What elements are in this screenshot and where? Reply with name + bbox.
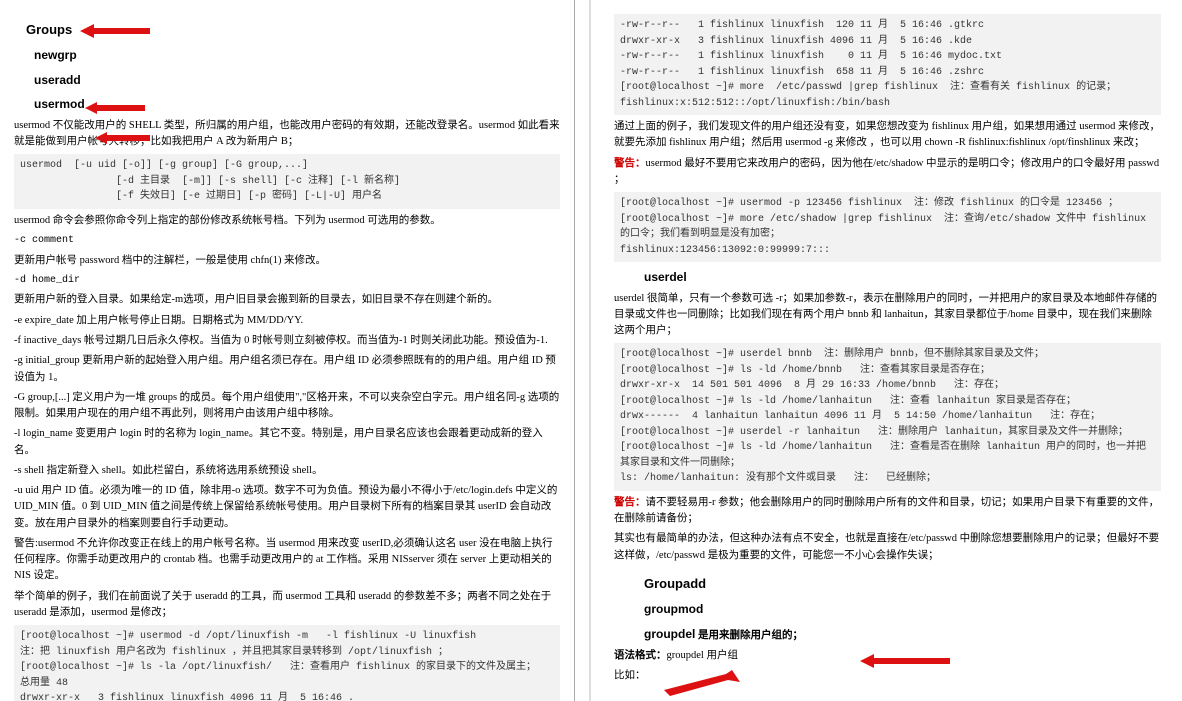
opt-s: -s shell 指定新登入 shell。如此栏留白，系统将选用系统预设 she… — [14, 463, 560, 479]
opt-G: -G group,[...] 定义用户为一堆 groups 的成员。每个用户组使… — [14, 390, 560, 423]
warn-text-1: usermod 最好不要用它来改用户的密码，因为他在/etc/shadow 中显… — [614, 158, 1159, 185]
passwd-example: [root@localhost ~]# usermod -p 123456 fi… — [614, 192, 1161, 262]
opt-c-desc: 更新用户帐号 password 档中的注解栏，一般是使用 chfn(1) 来修改… — [14, 253, 560, 269]
groupdel-syntax-row: 语法格式：groupdel 用户组 — [614, 648, 1161, 664]
opt-e: -e expire_date 加上用户帐号停止日期。日期格式为 MM/DD/YY… — [14, 313, 560, 329]
opt-u: -u uid 用户 ID 值。必须为唯一的 ID 值，除非用-o 选项。数字不可… — [14, 483, 560, 532]
opt-d-desc: 更新用户新的登入目录。如果给定-m选项，用户旧目录会搬到新的目录去，如旧目录不存… — [14, 292, 560, 308]
warn-label-2: 警告： — [614, 497, 646, 508]
heading-groups: Groups — [26, 20, 560, 40]
heading-newgrp: newgrp — [34, 46, 560, 65]
userdel-desc: userdel 很简单，只有一个参数可选 -r；如果加参数-r，表示在删除用户的… — [614, 291, 1161, 340]
usermod-desc: usermod 命令会参照你命令列上指定的部份修改系统帐号档。下列为 userm… — [14, 213, 560, 229]
usermod-syntax: usermod [-u uid [-o]] [-g group] [-G gro… — [14, 154, 560, 209]
syntax-value: groupdel 用户组 — [667, 650, 738, 661]
warn-text-2: 请不要轻易用-r 参数；他会删除用户的同时删除用户所有的文件和目录，切记；如果用… — [614, 497, 1159, 524]
groupdel-desc: 是用来删除用户组的； — [698, 630, 803, 641]
opt-g: -g initial_group 更新用户新的起始登入用户组。用户组名须已存在。… — [14, 353, 560, 386]
heading-groupdel-row: groupdel 是用来删除用户组的； — [644, 625, 1161, 644]
left-page: Groups newgrp useradd usermod usermod 不仅… — [0, 0, 575, 701]
heading-userdel: userdel — [644, 268, 1161, 287]
usermod-example-code: [root@localhost ~]# usermod -d /opt/linu… — [14, 625, 560, 701]
ls-output: -rw-r--r-- 1 fishlinux linuxfish 120 11 … — [614, 14, 1161, 115]
userdel-note: 其实也有最简单的办法，但这种办法有点不安全，也就是直接在/etc/passwd … — [614, 531, 1161, 564]
explain-1: 通过上面的例子，我们发现文件的用户组还没有变，如果您想改变为 fishlinux… — [614, 119, 1161, 152]
heading-groupadd: Groupadd — [644, 574, 1161, 594]
warning-1: 警告：usermod 最好不要用它来改用户的密码，因为他在/etc/shadow… — [614, 156, 1161, 189]
heading-usermod: usermod — [34, 95, 560, 114]
page-divider — [589, 0, 591, 701]
opt-f: -f inactive_days 帐号过期几日后永久停权。当值为 0 时帐号则立… — [14, 333, 560, 349]
usermod-example-intro: 举个简单的例子，我们在前面说了关于 useradd 的工具，而 usermod … — [14, 589, 560, 622]
opt-c: -c comment — [14, 233, 560, 249]
usermod-warning: 警告:usermod 不允许你改变正在线上的用户帐号名称。当 usermod 用… — [14, 536, 560, 585]
warn-label-1: 警告： — [614, 158, 646, 169]
right-page: -rw-r--r-- 1 fishlinux linuxfish 120 11 … — [600, 0, 1175, 701]
heading-useradd: useradd — [34, 71, 560, 90]
heading-groupmod: groupmod — [644, 600, 1161, 619]
heading-groupdel: groupdel — [644, 627, 695, 641]
warning-2: 警告：请不要轻易用-r 参数；他会删除用户的同时删除用户所有的文件和目录，切记；… — [614, 495, 1161, 528]
userdel-example: [root@localhost ~]# userdel bnnb 注：删除用户 … — [614, 343, 1161, 491]
opt-d: -d home_dir — [14, 273, 560, 289]
syntax-label: 语法格式： — [614, 650, 667, 661]
footer-text: 比如： — [614, 668, 1161, 684]
opt-l: -l login_name 变更用户 login 时的名称为 login_nam… — [14, 426, 560, 459]
usermod-intro: usermod 不仅能改用户的 SHELL 类型，所归属的用户组，也能改用户密码… — [14, 118, 560, 151]
